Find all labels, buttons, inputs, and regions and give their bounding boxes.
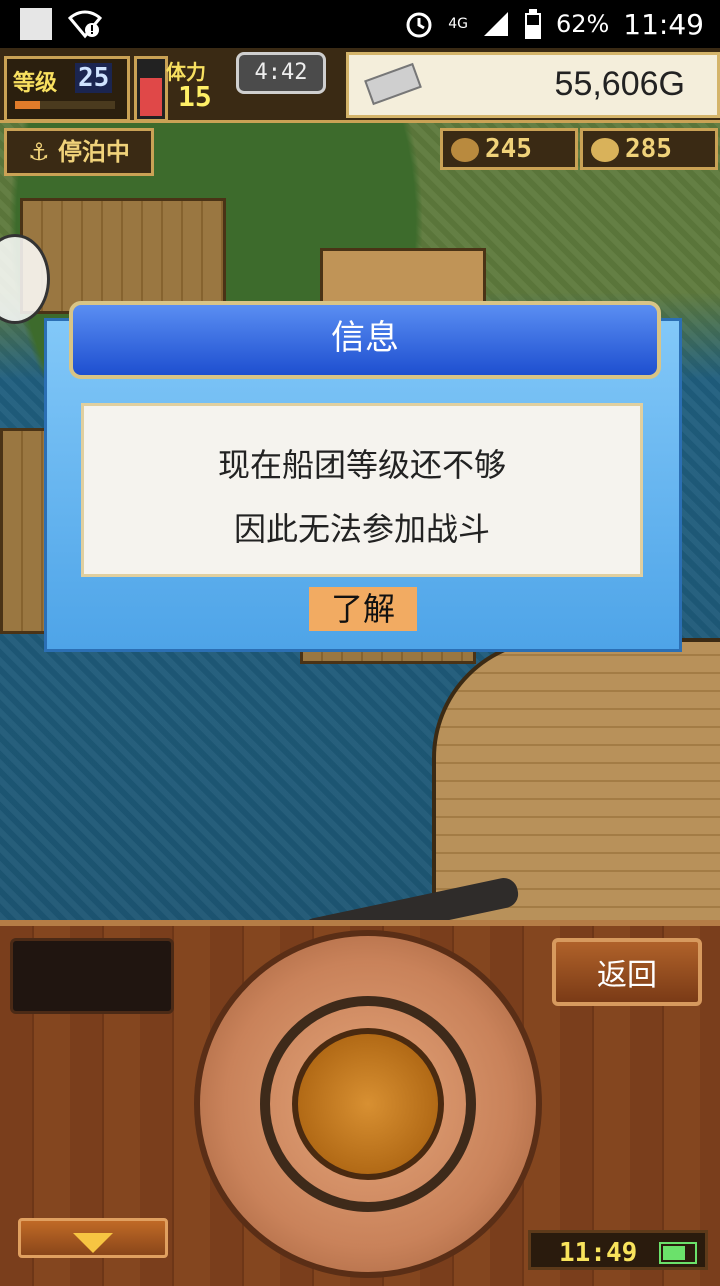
stamina-timer: 4:42 bbox=[236, 52, 326, 94]
gold-panel: 55,606G bbox=[346, 52, 720, 118]
level-progress-bar bbox=[15, 101, 115, 109]
arrow-down-icon bbox=[73, 1233, 113, 1253]
dock-building bbox=[20, 198, 226, 314]
dialog-message-line-1: 现在船团等级还不够 bbox=[217, 446, 506, 484]
dialog-message-box: 现在船团等级还不够 因此无法参加战斗 bbox=[81, 403, 643, 577]
dialog-title: 信息 bbox=[331, 318, 399, 358]
game-battery-icon bbox=[659, 1242, 697, 1264]
gold-amount: 55,606G bbox=[554, 65, 685, 103]
silver-bar-icon bbox=[364, 62, 422, 106]
food-icon bbox=[451, 137, 479, 162]
dock-status-badge: ⚓ 停泊中 bbox=[4, 128, 154, 176]
directional-pad[interactable] bbox=[194, 930, 542, 1278]
ship-deck bbox=[432, 638, 720, 920]
resource-1-value: 245 bbox=[485, 134, 532, 164]
stamina-value: 15 bbox=[178, 80, 212, 113]
wifi-alert-icon bbox=[68, 10, 102, 39]
network-type: 4G bbox=[448, 16, 468, 32]
dialog-message-line-2: 因此无法参加战斗 bbox=[233, 510, 490, 548]
dpad-center-button[interactable] bbox=[292, 1028, 444, 1180]
back-button[interactable]: 返回 bbox=[552, 938, 702, 1006]
level-panel: 等级 25 bbox=[4, 56, 130, 122]
mini-screen bbox=[10, 938, 174, 1014]
resource-coin: 285 bbox=[580, 128, 718, 170]
ok-button[interactable]: 了解 bbox=[309, 587, 417, 631]
info-dialog: 信息 现在船团等级还不够 因此无法参加战斗 了解 bbox=[44, 301, 682, 652]
coin-icon bbox=[591, 137, 619, 162]
signal-icon bbox=[483, 12, 508, 36]
battery-icon bbox=[524, 9, 541, 39]
status-bar: 4G 62% 11:49 bbox=[0, 0, 720, 48]
level-label: 等级 bbox=[13, 71, 58, 96]
dialog-title-bar: 信息 bbox=[69, 301, 661, 379]
game-clock-time: 11:49 bbox=[559, 1238, 638, 1268]
alarm-icon bbox=[406, 12, 432, 38]
dock-status-text: 停泊中 bbox=[57, 138, 130, 166]
menu-down-button[interactable] bbox=[18, 1218, 168, 1258]
status-right: 4G 62% 11:49 bbox=[404, 0, 704, 48]
stamina-gauge bbox=[134, 56, 168, 122]
battery-percent: 62% bbox=[555, 10, 610, 38]
notification-square-icon bbox=[20, 8, 52, 40]
status-time: 11:49 bbox=[623, 7, 704, 41]
game-clock: 11:49 bbox=[528, 1230, 708, 1270]
resource-food: 245 bbox=[440, 128, 578, 170]
level-value: 25 bbox=[75, 63, 113, 93]
resource-2-value: 285 bbox=[625, 134, 672, 164]
